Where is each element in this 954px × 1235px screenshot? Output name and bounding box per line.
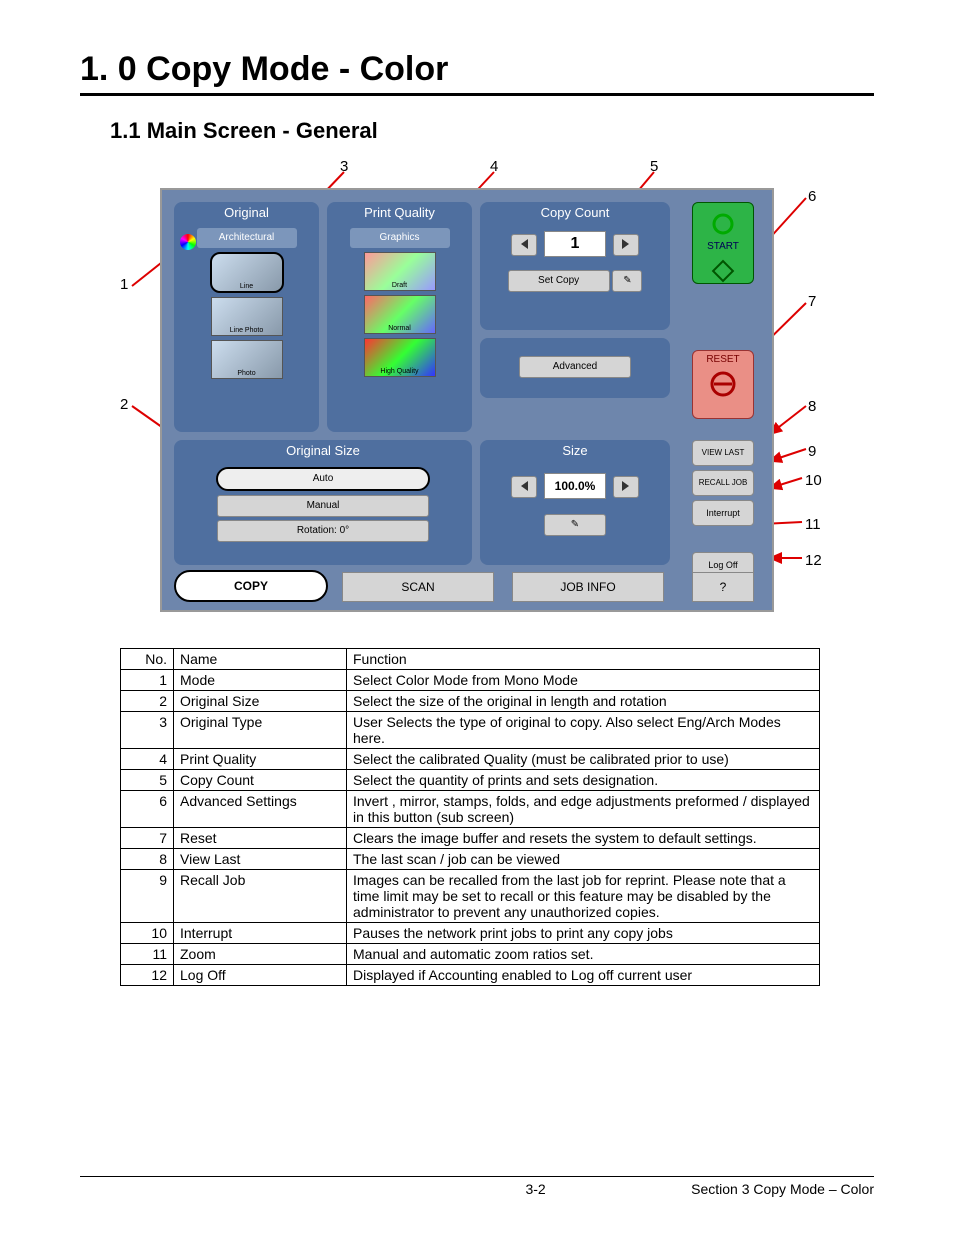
- start-button[interactable]: START: [692, 202, 754, 284]
- help-button[interactable]: ?: [692, 572, 754, 602]
- triangle-left-icon: [521, 481, 528, 491]
- set-copy-button[interactable]: Set Copy: [508, 270, 610, 292]
- th-name: Name: [174, 649, 347, 670]
- print-quality-panel: Print Quality Graphics Draft Normal High…: [327, 202, 472, 432]
- advanced-button[interactable]: Advanced: [519, 356, 631, 378]
- original-type-linephoto[interactable]: Line Photo: [211, 297, 283, 336]
- table-row: 7ResetClears the image buffer and resets…: [121, 828, 820, 849]
- table-row: 8View LastThe last scan / job can be vie…: [121, 849, 820, 870]
- table-row: 3Original TypeUser Selects the type of o…: [121, 712, 820, 749]
- original-type-line[interactable]: Line: [210, 252, 284, 293]
- eraser-icon[interactable]: ✎: [612, 270, 642, 292]
- copy-count-inc[interactable]: [613, 234, 639, 256]
- callout-3: 3: [340, 158, 348, 175]
- recalljob-button[interactable]: RECALL JOB: [692, 470, 754, 496]
- original-subtype[interactable]: Architectural: [197, 228, 297, 248]
- size-panel: Size 100.0% ✎: [480, 440, 670, 565]
- callout-6: 6: [808, 188, 816, 205]
- callout-4: 4: [490, 158, 498, 175]
- copier-touchscreen: Original Architectural Line Line Photo P…: [160, 188, 774, 612]
- callout-5: 5: [650, 158, 658, 175]
- callout-10: 10: [805, 472, 822, 489]
- callout-7: 7: [808, 293, 816, 310]
- table-row: 9Recall JobImages can be recalled from t…: [121, 870, 820, 923]
- copy-count-dec[interactable]: [511, 234, 537, 256]
- start-label: START: [707, 241, 739, 252]
- print-quality-sub[interactable]: Graphics: [350, 228, 450, 248]
- table-head: No. Name Function: [121, 649, 820, 670]
- tab-copy[interactable]: COPY: [174, 570, 328, 602]
- viewlast-button[interactable]: VIEW LAST: [692, 440, 754, 466]
- zoom-inc[interactable]: [613, 476, 639, 498]
- quality-high[interactable]: High Quality: [364, 338, 436, 377]
- table-row: 4Print QualitySelect the calibrated Qual…: [121, 749, 820, 770]
- print-quality-title: Print Quality: [327, 202, 472, 225]
- original-title: Original: [174, 202, 319, 225]
- original-type-photo[interactable]: Photo: [211, 340, 283, 379]
- zoom-dec[interactable]: [511, 476, 537, 498]
- copy-count-value: 1: [544, 231, 606, 257]
- function-table: No. Name Function 1ModeSelect Color Mode…: [120, 648, 820, 986]
- table-row: 2Original SizeSelect the size of the ori…: [121, 691, 820, 712]
- th-no: No.: [121, 649, 174, 670]
- original-size-title: Original Size: [174, 440, 472, 463]
- table-row: 5Copy CountSelect the quantity of prints…: [121, 770, 820, 791]
- th-fn: Function: [347, 649, 820, 670]
- zoom-value: 100.0%: [544, 473, 606, 499]
- advanced-panel: Advanced: [480, 338, 670, 398]
- callout-1: 1: [120, 276, 128, 293]
- page-footer: 3-2 Section 3 Copy Mode – Color: [80, 1176, 874, 1197]
- table-row: 12Log OffDisplayed if Accounting enabled…: [121, 965, 820, 986]
- callout-12: 12: [805, 552, 822, 569]
- reset-button[interactable]: RESET: [692, 350, 754, 419]
- heading-1: 1. 0 Copy Mode - Color: [80, 50, 874, 96]
- diamond-icon: [708, 256, 738, 286]
- copy-count-panel: Copy Count 1 Set Copy ✎: [480, 202, 670, 330]
- triangle-left-icon: [521, 239, 528, 249]
- original-panel: Original Architectural Line Line Photo P…: [174, 202, 319, 432]
- color-mode-icon[interactable]: [180, 234, 196, 250]
- callout-2: 2: [120, 396, 128, 413]
- tab-jobinfo[interactable]: JOB INFO: [512, 572, 664, 602]
- original-size-panel: Original Size Auto Manual Rotation: 0°: [174, 440, 472, 565]
- table-row: 6Advanced SettingsInvert , mirror, stamp…: [121, 791, 820, 828]
- size-title: Size: [480, 440, 670, 463]
- copy-count-title: Copy Count: [480, 202, 670, 225]
- callout-9: 9: [808, 443, 816, 460]
- quality-draft[interactable]: Draft: [364, 252, 436, 291]
- stop-icon: [708, 369, 738, 399]
- original-size-manual[interactable]: Manual: [217, 495, 429, 517]
- triangle-right-icon: [622, 481, 629, 491]
- table-row: 10InterruptPauses the network print jobs…: [121, 923, 820, 944]
- zoom-clear[interactable]: ✎: [544, 514, 606, 536]
- section-label: Section 3 Copy Mode – Color: [691, 1181, 874, 1197]
- callout-11: 11: [805, 516, 821, 533]
- tab-scan[interactable]: SCAN: [342, 572, 494, 602]
- table-row: 11ZoomManual and automatic zoom ratios s…: [121, 944, 820, 965]
- original-size-rotation[interactable]: Rotation: 0°: [217, 520, 429, 542]
- table-row: 1ModeSelect Color Mode from Mono Mode: [121, 670, 820, 691]
- triangle-right-icon: [622, 239, 629, 249]
- heading-2: 1.1 Main Screen - General: [110, 118, 874, 144]
- reset-label: RESET: [706, 354, 739, 365]
- original-size-auto[interactable]: Auto: [216, 467, 430, 491]
- ui-diagram: 3 4 5 1 2 6 7 8 9 10 11 12: [90, 158, 830, 628]
- power-ring-icon: [710, 211, 736, 237]
- quality-normal[interactable]: Normal: [364, 295, 436, 334]
- interrupt-button[interactable]: Interrupt: [692, 500, 754, 526]
- callout-8: 8: [808, 398, 816, 415]
- page-number: 3-2: [525, 1181, 545, 1197]
